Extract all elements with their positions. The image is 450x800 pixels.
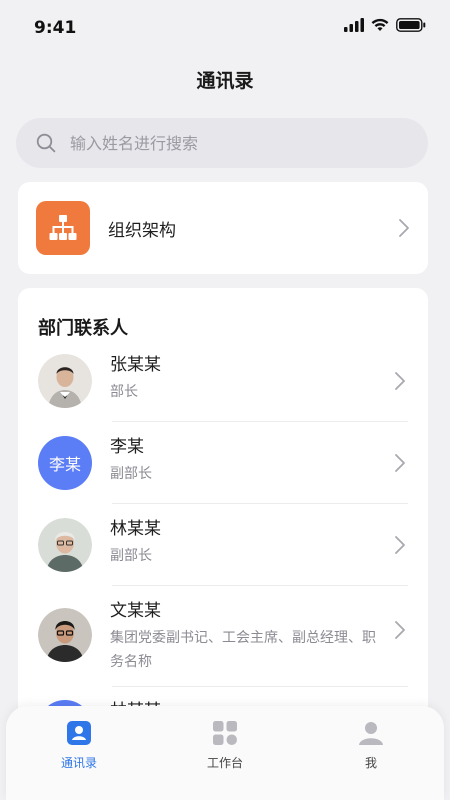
search-bar[interactable] (16, 118, 428, 168)
contact-item[interactable]: 张某某 部长 (18, 354, 428, 408)
battery-icon (396, 18, 426, 32)
signal-icon (344, 18, 364, 32)
contact-role: 集团党委副书记、工会主席、副总经理、职务名称 (110, 630, 376, 670)
contact-role: 部长 (110, 384, 138, 400)
person-icon (359, 722, 383, 745)
contact-role: 副部长 (110, 466, 152, 482)
avatar (38, 518, 92, 572)
page-title: 通讯录 (196, 70, 254, 92)
status-time: 9:41 (34, 18, 77, 38)
tab-label: 通讯录 (60, 756, 97, 770)
chevron-right-icon (395, 372, 405, 390)
contacts-icon (67, 721, 91, 745)
avatar (38, 354, 92, 408)
status-icons (344, 18, 426, 32)
grid-icon (213, 721, 237, 745)
tab-label: 工作台 (206, 756, 243, 770)
tab-bar: 通讯录 工作台 我 (6, 706, 444, 800)
search-input[interactable] (70, 133, 390, 153)
tab-contacts[interactable]: 通讯录 (6, 706, 152, 800)
chevron-right-icon (395, 621, 405, 639)
avatar (38, 608, 92, 662)
org-structure-label: 组织架构 (108, 220, 176, 241)
contact-name: 林某某 (110, 519, 161, 539)
contact-name: 李某 (110, 437, 144, 457)
contact-name: 张某某 (110, 355, 161, 375)
chevron-right-icon (395, 536, 405, 554)
chevron-right-icon (395, 454, 405, 472)
chevron-right-icon (399, 219, 409, 237)
search-icon (36, 133, 56, 153)
contact-item[interactable]: 李某 李某 副部长 (18, 436, 428, 490)
status-bar: 9:41 (0, 0, 450, 60)
section-title: 部门联系人 (38, 318, 128, 339)
divider (112, 421, 408, 422)
tab-me[interactable]: 我 (298, 706, 444, 800)
divider (112, 503, 408, 504)
contact-item[interactable]: 林某某 副部长 (18, 518, 428, 572)
avatar: 李某 (38, 436, 92, 490)
contact-role: 副部长 (110, 548, 152, 564)
contact-item[interactable]: 文某某 集团党委副书记、工会主席、副总经理、职务名称 (18, 600, 428, 674)
contact-name: 文某某 (110, 601, 161, 621)
org-structure-entry[interactable]: 组织架构 (18, 182, 428, 274)
wifi-icon (371, 18, 389, 31)
tab-label: 我 (364, 756, 377, 770)
tab-workbench[interactable]: 工作台 (152, 706, 298, 800)
divider (112, 686, 408, 687)
org-chart-icon (36, 201, 90, 255)
divider (112, 585, 408, 586)
